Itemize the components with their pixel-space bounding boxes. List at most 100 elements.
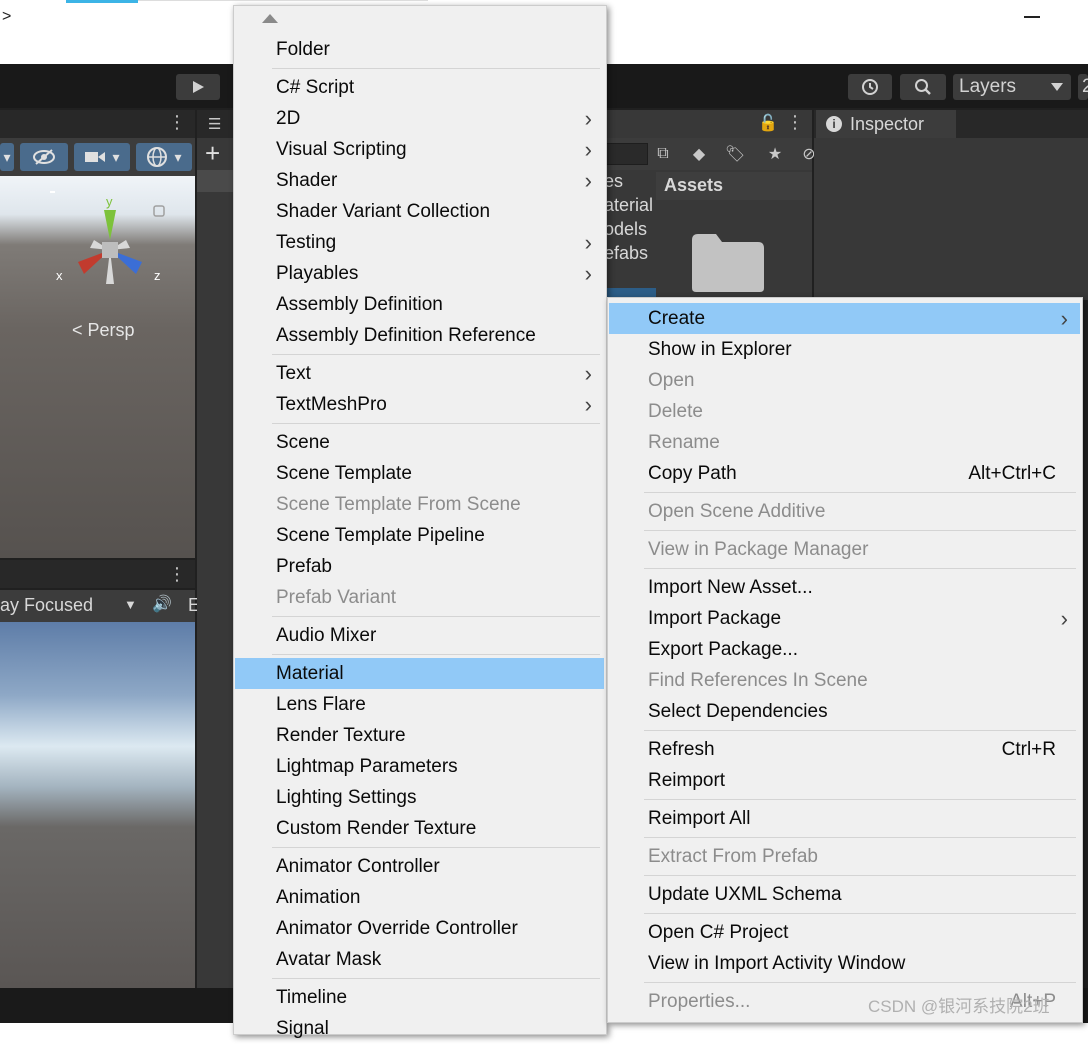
project-menu-kebab-icon[interactable]: ⋮ xyxy=(786,112,804,133)
context-menu-item[interactable]: View in Package Manager xyxy=(609,534,1080,565)
tree-item[interactable]: aterial xyxy=(604,195,656,216)
context-menu-item[interactable]: Open xyxy=(609,365,1080,396)
context-menu-item[interactable]: Open Scene Additive xyxy=(609,496,1080,527)
create-menu-item[interactable]: Scene Template Pipeline xyxy=(235,520,604,551)
add-icon[interactable]: + xyxy=(205,138,220,169)
chevron-right-icon: › xyxy=(1060,606,1068,631)
create-menu-item[interactable]: Material xyxy=(235,658,604,689)
create-menu-item[interactable]: Playables › xyxy=(235,258,604,289)
tree-item[interactable]: odels xyxy=(604,219,656,240)
inspector-body xyxy=(814,138,1088,300)
create-menu-item[interactable]: Scene Template From Scene xyxy=(235,489,604,520)
gizmo-y-cone[interactable] xyxy=(104,210,116,240)
tree-item[interactable]: es xyxy=(604,171,656,192)
play-focused-label[interactable]: ay Focused xyxy=(0,595,93,616)
context-menu-item[interactable]: Reimport xyxy=(609,765,1080,796)
gizmo-center-cube[interactable] xyxy=(102,242,118,258)
create-menu-item-label: Assembly Definition Reference xyxy=(276,325,536,346)
context-menu-item[interactable]: Extract From Prefab xyxy=(609,841,1080,872)
context-menu-item-label: Refresh xyxy=(648,739,715,760)
create-menu-item[interactable]: Lens Flare xyxy=(235,689,604,720)
create-menu-item[interactable]: Lighting Settings xyxy=(235,782,604,813)
context-menu-item[interactable]: Import Package › xyxy=(609,603,1080,634)
context-menu-item-label: Delete xyxy=(648,401,703,422)
context-menu-item[interactable]: Create › xyxy=(609,303,1080,334)
create-menu-item[interactable]: Shader Variant Collection xyxy=(235,196,604,227)
create-menu-item[interactable]: Audio Mixer xyxy=(235,620,604,651)
search-by-type-icon[interactable]: ⧉ xyxy=(650,142,676,166)
game-viewport[interactable] xyxy=(0,622,195,988)
lock-icon[interactable]: 🔓 xyxy=(758,113,778,133)
project-search-input[interactable] xyxy=(606,143,648,165)
create-menu-item[interactable]: Folder xyxy=(235,34,604,65)
scene-menu-kebab-icon[interactable]: ⋮ xyxy=(168,112,186,133)
context-menu-item[interactable]: View in Import Activity Window xyxy=(609,948,1080,979)
camera-dropdown[interactable]: ▾ xyxy=(74,143,130,171)
context-menu-item[interactable]: Find References In Scene xyxy=(609,665,1080,696)
create-menu-item[interactable]: Scene xyxy=(235,427,604,458)
create-menu-item[interactable]: Text › xyxy=(235,358,604,389)
context-menu-item[interactable]: Copy Path Alt+Ctrl+C xyxy=(609,458,1080,489)
layers-dropdown[interactable]: Layers xyxy=(953,74,1071,100)
create-menu-item[interactable]: Avatar Mask xyxy=(235,944,604,975)
context-menu-item[interactable]: Export Package... xyxy=(609,634,1080,665)
menu-separator xyxy=(272,654,600,655)
chevron-down-icon[interactable]: ▼ xyxy=(124,597,137,612)
context-menu-item[interactable]: Refresh Ctrl+R xyxy=(609,734,1080,765)
create-menu-item[interactable]: Prefab xyxy=(235,551,604,582)
create-menu-item[interactable]: Animator Override Controller xyxy=(235,913,604,944)
context-menu-item[interactable]: Rename xyxy=(609,427,1080,458)
create-menu-item[interactable]: Signal xyxy=(235,1013,604,1044)
gizmo-lock-icon[interactable] xyxy=(153,205,165,217)
create-menu-item[interactable]: C# Script xyxy=(235,72,604,103)
game-menu-kebab-icon[interactable]: ⋮ xyxy=(168,564,186,585)
filter-by-type-icon[interactable]: ◆ xyxy=(686,142,712,166)
context-menu-item[interactable]: Reimport All xyxy=(609,803,1080,834)
assets-breadcrumb[interactable]: Assets xyxy=(664,175,723,196)
scene-tool-dropdown[interactable]: ▾ xyxy=(0,143,14,171)
create-menu-item-label: Testing xyxy=(276,232,337,253)
audio-mute-icon[interactable]: 🔊 xyxy=(152,594,172,614)
create-menu-item[interactable]: Assembly Definition Reference xyxy=(235,320,604,351)
create-menu-item[interactable]: Animator Controller xyxy=(235,851,604,882)
filter-by-label-icon[interactable]: 🏷 xyxy=(722,142,748,166)
title-caret: > xyxy=(2,8,12,25)
create-menu-item[interactable]: Render Texture xyxy=(235,720,604,751)
tree-item[interactable]: efabs xyxy=(604,243,656,264)
gizmos-dropdown[interactable]: ▾ xyxy=(136,143,192,171)
create-menu-item[interactable]: Lightmap Parameters xyxy=(235,751,604,782)
context-menu-item[interactable]: Open C# Project xyxy=(609,917,1080,948)
create-menu-item[interactable]: Animation xyxy=(235,882,604,913)
create-menu-item-label: Prefab xyxy=(276,556,332,577)
create-menu-item[interactable]: Testing › xyxy=(235,227,604,258)
create-menu-item[interactable]: Scene Template xyxy=(235,458,604,489)
scroll-up-arrow-icon[interactable] xyxy=(262,14,278,23)
search-button[interactable] xyxy=(900,74,946,100)
favorite-star-icon[interactable]: ★ xyxy=(762,142,788,166)
context-menu-item-label: Export Package... xyxy=(648,639,798,660)
create-menu-item[interactable]: Custom Render Texture xyxy=(235,813,604,844)
context-menu-item[interactable]: Select Dependencies xyxy=(609,696,1080,727)
context-menu-item[interactable]: Update UXML Schema xyxy=(609,879,1080,910)
undo-history-button[interactable] xyxy=(848,74,892,100)
visibility-toggle[interactable] xyxy=(20,143,68,171)
create-menu-item[interactable]: Assembly Definition xyxy=(235,289,604,320)
menu-separator xyxy=(272,616,600,617)
perspective-label[interactable]: < Persp xyxy=(72,320,135,341)
context-menu-item[interactable]: Show in Explorer xyxy=(609,334,1080,365)
play-button[interactable] xyxy=(176,74,220,100)
scene-orientation-gizmo[interactable]: y x z xyxy=(50,190,170,300)
context-menu-item[interactable]: Import New Asset... xyxy=(609,572,1080,603)
create-menu-item[interactable]: TextMeshPro › xyxy=(235,389,604,420)
layout-dropdown[interactable]: 2 xyxy=(1078,74,1088,100)
context-menu-item[interactable]: Delete xyxy=(609,396,1080,427)
minimize-icon[interactable] xyxy=(1024,16,1040,18)
create-menu-item[interactable]: Visual Scripting › xyxy=(235,134,604,165)
create-menu-item[interactable]: Prefab Variant xyxy=(235,582,604,613)
create-menu-item[interactable]: Timeline xyxy=(235,982,604,1013)
tab-inspector[interactable]: i Inspector xyxy=(816,110,956,138)
create-menu-item[interactable]: Shader › xyxy=(235,165,604,196)
create-menu-item[interactable]: 2D › xyxy=(235,103,604,134)
hierarchy-row[interactable] xyxy=(197,170,235,192)
folder-icon[interactable] xyxy=(690,230,766,294)
